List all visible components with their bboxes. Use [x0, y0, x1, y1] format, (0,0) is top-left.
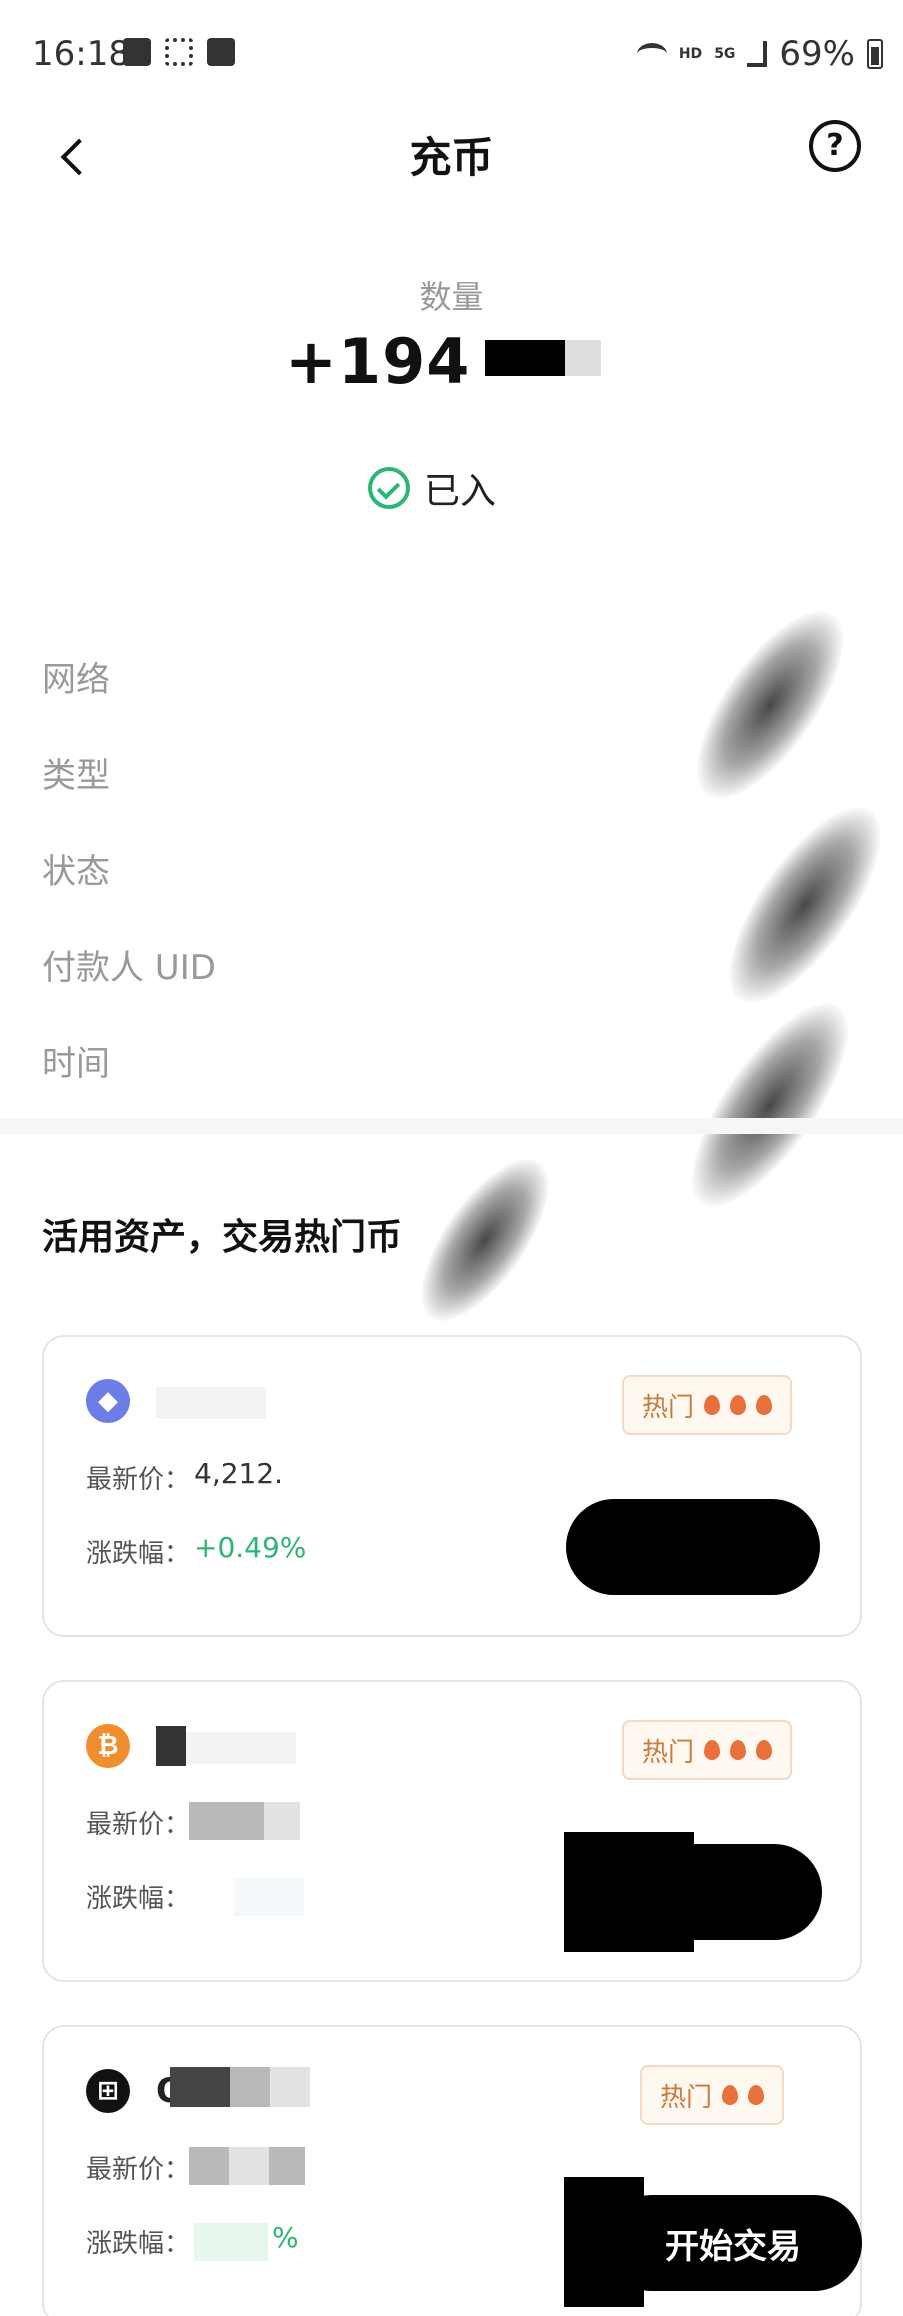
redaction-block [186, 1732, 296, 1764]
redaction-block [264, 1802, 300, 1840]
redaction-block [189, 2147, 229, 2185]
status-time: 16:18 [32, 34, 130, 74]
coin-card[interactable]: ₿ B 热门 最新价： 涨跌幅： [42, 1680, 862, 1982]
redaction-block [194, 2223, 268, 2261]
redaction-scribble [702, 784, 903, 1026]
flame-icon [704, 1740, 721, 1760]
detail-time-label: 时间 [42, 1044, 110, 1084]
coin-card[interactable]: ◆ 热门 最新价： 4,212. 涨跌幅： +0.49% [42, 1335, 862, 1637]
system-indicators: HD 5G 69% [636, 34, 883, 74]
status-bar: 16:18 HD 5G 69% [0, 0, 903, 110]
notification-icons [123, 38, 235, 66]
change-label: 涨跌幅： [86, 1539, 191, 1569]
signal-icon [747, 41, 768, 67]
hot-badge: 热门 [640, 2065, 785, 2125]
redaction-block [485, 340, 565, 376]
flame-icon [756, 1740, 773, 1760]
change-label: 涨跌幅： [86, 2229, 191, 2259]
change-value: % [272, 2221, 299, 2254]
okb-icon: ⊞ [86, 2069, 130, 2113]
section-title: 活用资产，交易热门币 [42, 1217, 403, 1258]
redaction-block [565, 340, 601, 376]
redaction-block [230, 2067, 270, 2107]
latest-price-value: 4,212. [194, 1457, 284, 1490]
coin-card[interactable]: ⊞ O 热门 最新价： 涨跌幅： % 开始交易 [42, 2025, 862, 2316]
redaction-block [229, 2147, 269, 2185]
flame-icon [704, 1395, 721, 1415]
redaction-block [564, 1832, 694, 1952]
check-circle-icon [368, 467, 410, 509]
redaction-block [269, 2147, 305, 2185]
checkbox-icon [207, 38, 235, 66]
battery-percent: 69% [779, 34, 855, 74]
amount-label: 数量 [419, 278, 484, 316]
deposit-status-text: 已入 [424, 471, 497, 512]
amount-value: +194 [285, 325, 471, 398]
hot-label: 热门 [660, 2082, 713, 2113]
redaction-block [234, 1878, 304, 1916]
trade-button[interactable] [566, 1499, 820, 1595]
redaction-scribble [664, 980, 876, 1230]
help-button[interactable]: ? [809, 120, 861, 172]
section-divider [0, 1118, 903, 1134]
app-notification-icon [165, 38, 193, 66]
wifi-icon [636, 43, 667, 65]
deposit-status: 已入 [368, 462, 496, 514]
redaction-scribble [397, 1139, 573, 1341]
page-header: 充币 ? [0, 110, 903, 230]
detail-network-label: 网络 [42, 660, 110, 700]
flame-icon [748, 2085, 765, 2105]
hd-label: HD [678, 46, 703, 62]
page-title: 充币 [409, 133, 494, 182]
redaction-block [156, 1387, 266, 1419]
flame-icon [730, 1395, 747, 1415]
change-label: 涨跌幅： [86, 1884, 191, 1914]
latest-price-label: 最新价： [86, 1465, 191, 1495]
detail-payer-uid-label: 付款人 UID [42, 948, 216, 988]
hot-label: 热门 [642, 1737, 695, 1768]
detail-status-label: 状态 [42, 852, 110, 892]
hot-label: 热门 [642, 1392, 695, 1423]
redaction-block [170, 2067, 230, 2107]
latest-price-label: 最新价： [86, 2155, 191, 2185]
redaction-block [156, 1726, 186, 1766]
gallery-icon [123, 38, 151, 66]
flame-icon [730, 1740, 747, 1760]
flame-icon [722, 2085, 739, 2105]
change-value: +0.49% [194, 1531, 307, 1564]
hot-badge: 热门 [622, 1720, 793, 1780]
hot-badge: 热门 [622, 1375, 793, 1435]
redaction-scribble [670, 589, 870, 821]
network-label: 5G [714, 46, 736, 62]
flame-icon [756, 1395, 773, 1415]
bitcoin-icon: ₿ [86, 1724, 130, 1768]
detail-type-label: 类型 [42, 756, 110, 796]
redaction-block [270, 2067, 310, 2107]
question-circle-icon: ? [826, 128, 844, 163]
battery-icon [867, 39, 883, 69]
ethereum-icon: ◆ [86, 1379, 130, 1423]
redaction-block [189, 1802, 264, 1840]
latest-price-label: 最新价： [86, 1810, 191, 1840]
redaction-block [564, 2177, 644, 2307]
